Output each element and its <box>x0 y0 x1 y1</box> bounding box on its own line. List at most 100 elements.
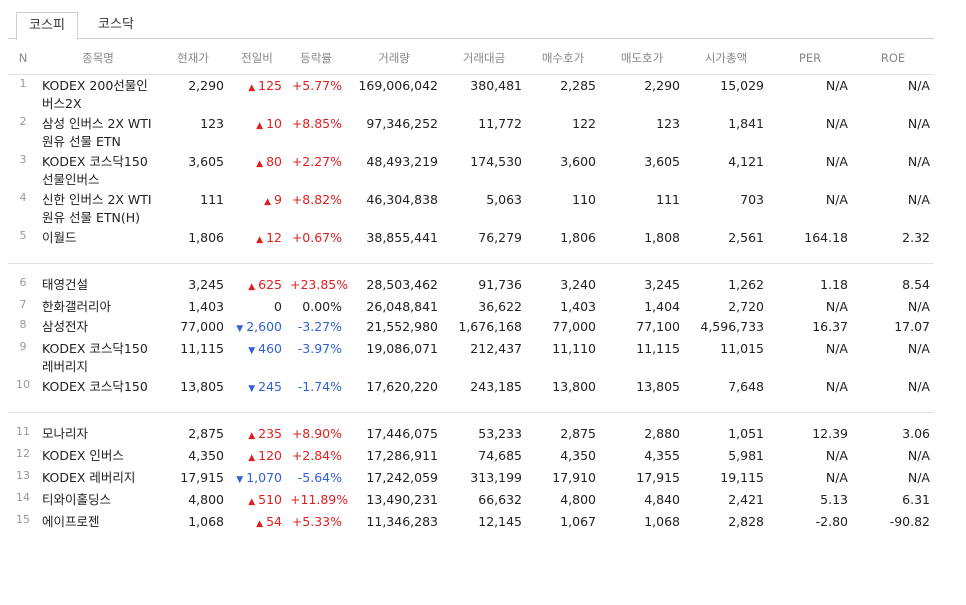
change-cell: ▲ 10 <box>228 113 286 151</box>
bid-price: 110 <box>572 192 596 207</box>
col-ask: 매도호가 <box>600 42 684 75</box>
table-row[interactable]: 3 KODEX 코스닥150선물인버스 3,605 ▲ 80 +2.27% 48,493,2… <box>8 151 934 189</box>
row-number: 8 <box>19 318 27 331</box>
table-row[interactable]: 5 이월드 1,806 ▲ 12 +0.67% 38,855,441 76,279 1,806 1… <box>8 227 934 249</box>
triangle-down-icon: ▼ <box>248 384 256 394</box>
stock-name-link[interactable]: KODEX 200선물인버스2X <box>38 75 158 114</box>
trade-amount: 243,185 <box>470 379 522 394</box>
table-header-row: N 종목명 현재가 전일비 등락률 거래량 거래대금 매수호가 매도호가 시가총… <box>8 42 934 75</box>
stock-name-link[interactable]: KODEX 코스닥150 레버리지 <box>38 338 158 376</box>
bid-price: 1,067 <box>560 514 596 529</box>
ask-price: 11,115 <box>636 341 680 356</box>
current-price: 13,805 <box>180 379 224 394</box>
current-price: 77,000 <box>180 319 224 334</box>
change-cell: ▼ 460 <box>228 338 286 376</box>
bid-price: 122 <box>572 116 596 131</box>
stock-name-link[interactable]: 신한 인버스 2X WTI원유 선물 ETN(H) <box>38 189 158 227</box>
stock-name-link[interactable]: 이월드 <box>38 227 158 249</box>
stock-name-link[interactable]: 태영건설 <box>38 274 158 296</box>
current-price: 3,245 <box>188 277 224 292</box>
group-separator <box>8 249 934 264</box>
bid-price: 1,806 <box>560 230 596 245</box>
per-value: -2.80 <box>815 514 848 529</box>
col-cap: 시가총액 <box>684 42 768 75</box>
table-row[interactable]: 9 KODEX 코스닥150 레버리지 11,115 ▼ 460 -3.97% 19,086… <box>8 338 934 376</box>
roe-value: 6.31 <box>902 492 930 507</box>
roe-value: N/A <box>907 192 930 207</box>
trade-amount: 1,676,168 <box>458 319 522 334</box>
change-rate: -5.64% <box>297 470 342 485</box>
trade-amount: 5,063 <box>486 192 522 207</box>
table-row[interactable]: 11 모나리자 2,875 ▲ 235 +8.90% 17,446,075 53,233 2,8… <box>8 423 934 445</box>
volume: 17,242,059 <box>366 470 438 485</box>
change-cell: ▲ 80 <box>228 151 286 189</box>
row-number: 6 <box>19 276 27 289</box>
col-roe: ROE <box>852 42 934 75</box>
row-number: 1 <box>19 77 27 90</box>
current-price: 4,350 <box>188 448 224 463</box>
col-per: PER <box>768 42 852 75</box>
change-rate: +8.90% <box>291 426 342 441</box>
market-cap: 5,981 <box>728 448 764 463</box>
stock-name-link[interactable]: KODEX 코스닥150선물인버스 <box>38 151 158 189</box>
per-value: N/A <box>825 78 848 93</box>
table-row[interactable]: 4 신한 인버스 2X WTI원유 선물 ETN(H) 111 ▲ 9 +8.82% 46,… <box>8 189 934 227</box>
change-rate: +8.82% <box>291 192 342 207</box>
col-price: 현재가 <box>158 42 228 75</box>
table-row[interactable]: 10 KODEX 코스닥150 13,805 ▼ 245 -1.74% 17,620,220… <box>8 376 934 398</box>
tab-kospi[interactable]: 코스피 <box>16 12 78 40</box>
bid-price: 77,000 <box>552 319 596 334</box>
trade-amount: 74,685 <box>478 448 522 463</box>
roe-value: N/A <box>907 379 930 394</box>
table-row[interactable]: 1 KODEX 200선물인버스2X 2,290 ▲ 125 +5.77% 169,006,… <box>8 75 934 114</box>
change-rate: +5.33% <box>291 514 342 529</box>
table-row[interactable]: 2 삼성 인버스 2X WTI원유 선물 ETN 123 ▲ 10 +8.85% 97,34… <box>8 113 934 151</box>
change-rate: -3.27% <box>297 319 342 334</box>
stock-name-link[interactable]: 삼성전자 <box>38 316 158 338</box>
table-row[interactable]: 7 한화갤러리아 1,403 0 0.00% 26,048,841 36,622 1,403 1… <box>8 296 934 316</box>
stock-name-link[interactable]: KODEX 인버스 <box>38 445 158 467</box>
bid-price: 3,600 <box>560 154 596 169</box>
per-value: N/A <box>825 379 848 394</box>
stock-name-link[interactable]: 한화갤러리아 <box>38 296 158 316</box>
market-cap: 7,648 <box>728 379 764 394</box>
ask-price: 4,840 <box>644 492 680 507</box>
current-price: 17,915 <box>180 470 224 485</box>
ask-price: 1,404 <box>644 299 680 314</box>
change-rate: +11.89% <box>290 492 349 507</box>
triangle-down-icon: ▼ <box>248 346 256 356</box>
table-row[interactable]: 13 KODEX 레버리지 17,915 ▼ 1,070 -5.64% 17,242,059… <box>8 467 934 489</box>
table-row[interactable]: 12 KODEX 인버스 4,350 ▲ 120 +2.84% 17,286,911 74,6… <box>8 445 934 467</box>
market-cap: 2,561 <box>728 230 764 245</box>
ask-price: 123 <box>656 116 680 131</box>
table-row[interactable]: 14 티와이홀딩스 4,800 ▲ 510 +11.89% 13,490,231 66,632… <box>8 489 934 511</box>
stock-name-link[interactable]: 티와이홀딩스 <box>38 489 158 511</box>
roe-value: 2.32 <box>902 230 930 245</box>
market-cap: 15,029 <box>720 78 764 93</box>
change-value: 1,070 <box>246 470 282 485</box>
volume: 38,855,441 <box>366 230 438 245</box>
change-rate: +0.67% <box>291 230 342 245</box>
col-amount: 거래대금 <box>442 42 526 75</box>
volume: 13,490,231 <box>366 492 438 507</box>
table-row[interactable]: 6 태영건설 3,245 ▲ 625 +23.85% 28,503,462 91,736 3,2… <box>8 274 934 296</box>
market-cap: 4,121 <box>728 154 764 169</box>
change-value: 10 <box>266 116 282 131</box>
table-row[interactable]: 15 에이프로젠 1,068 ▲ 54 +5.33% 11,346,283 12,145 1,0… <box>8 511 934 533</box>
volume: 46,304,838 <box>366 192 438 207</box>
per-value: 5.13 <box>820 492 848 507</box>
current-price: 1,403 <box>188 299 224 314</box>
change-value: 510 <box>258 492 282 507</box>
ask-price: 13,805 <box>636 379 680 394</box>
volume: 11,346,283 <box>366 514 438 529</box>
ask-price: 2,290 <box>644 78 680 93</box>
tab-kosdaq[interactable]: 코스닥 <box>86 12 146 38</box>
stock-name-link[interactable]: 에이프로젠 <box>38 511 158 533</box>
row-number: 5 <box>19 229 27 242</box>
stock-name-link[interactable]: 모나리자 <box>38 423 158 445</box>
stock-name-link[interactable]: KODEX 코스닥150 <box>38 376 158 398</box>
market-cap: 1,841 <box>728 116 764 131</box>
stock-name-link[interactable]: KODEX 레버리지 <box>38 467 158 489</box>
stock-name-link[interactable]: 삼성 인버스 2X WTI원유 선물 ETN <box>38 113 158 151</box>
table-row[interactable]: 8 삼성전자 77,000 ▼ 2,600 -3.27% 21,552,980 1,676,1… <box>8 316 934 338</box>
